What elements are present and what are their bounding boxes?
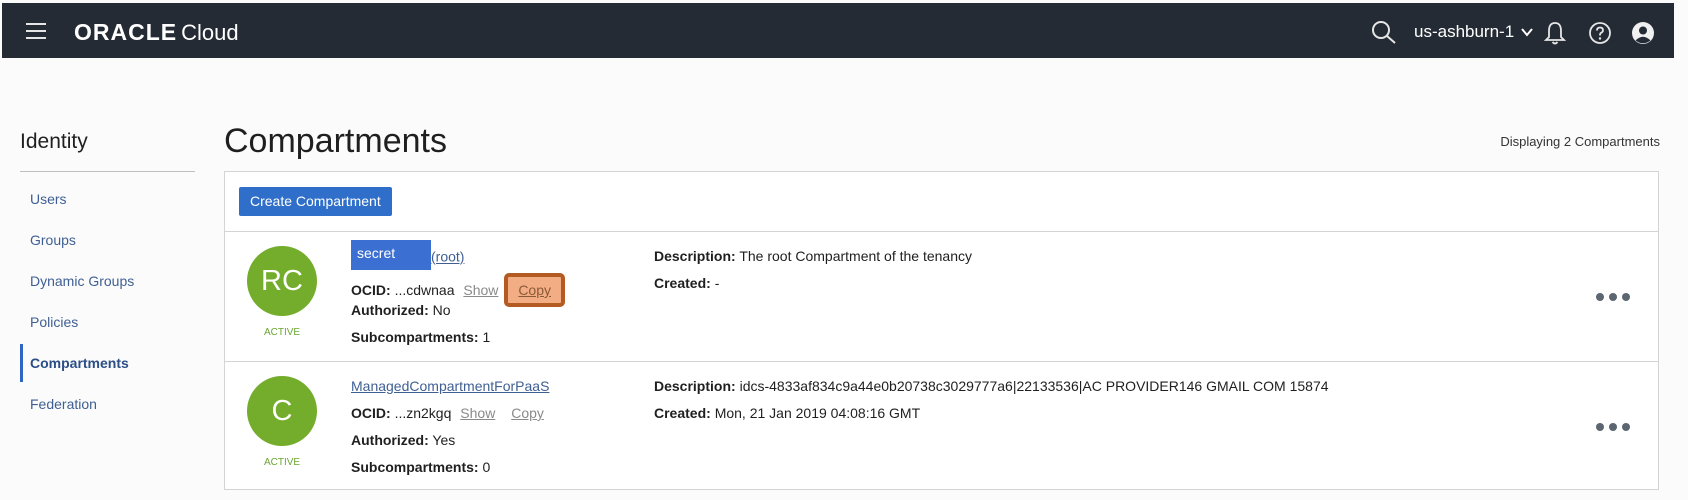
sidebar-item-compartments[interactable]: Compartments	[20, 344, 195, 393]
compartment-avatar: C	[247, 376, 317, 446]
ocid-show-link[interactable]: Show	[463, 282, 498, 298]
compartment-details: secret (root) OCID: ...cdwnaa Show Copy A…	[351, 240, 565, 354]
description-line: Description: idcs-4833af834c9a44e0b20738…	[654, 376, 1329, 403]
created-line: Created: -	[654, 273, 972, 300]
status-badge: ACTIVE	[263, 457, 301, 468]
sidebar-item-users[interactable]: Users	[20, 188, 195, 229]
ocid-label: OCID:	[351, 282, 391, 298]
brand-main: ORACLE	[74, 19, 178, 45]
ocid-line: OCID: ...cdwnaa Show Copy	[351, 273, 565, 307]
user-profile-icon[interactable]	[1631, 21, 1655, 45]
created-label: Created:	[654, 405, 711, 421]
ocid-copy-link[interactable]: Copy	[511, 405, 544, 421]
description-line: Description: The root Compartment of the…	[654, 246, 972, 273]
hamburger-menu-icon[interactable]	[26, 23, 46, 39]
redacted-name: secret	[351, 240, 431, 270]
row-actions-menu-icon[interactable]	[1596, 293, 1630, 301]
sidebar-divider	[20, 171, 195, 172]
notifications-bell-icon[interactable]	[1543, 20, 1567, 46]
sidebar-nav: Users Groups Dynamic Groups Policies Com…	[20, 188, 195, 434]
sidebar-item-federation[interactable]: Federation	[20, 393, 195, 434]
compartment-row: C ACTIVE ManagedCompartmentForPaaS OCID:…	[225, 362, 1658, 491]
subcompartments-value: 0	[482, 459, 491, 475]
authorized-value: No	[432, 302, 451, 318]
top-bar: ORACLE Cloud us-ashburn-1	[2, 3, 1674, 58]
created-value: -	[714, 275, 720, 291]
compartment-row: RC ACTIVE secret (root) OCID: ...cdwnaa S…	[225, 232, 1658, 362]
subcompartments-line: Subcompartments: 0	[351, 457, 549, 484]
ocid-line: OCID: ...zn2kgq Show Copy	[351, 403, 549, 430]
description-label: Description:	[654, 248, 736, 264]
ocid-value: ...cdwnaa	[394, 282, 455, 298]
compartment-name-link[interactable]: ManagedCompartmentForPaaS	[351, 378, 549, 394]
status-badge: ACTIVE	[263, 327, 301, 338]
compartment-name-link[interactable]: (root)	[431, 249, 464, 265]
subcompartments-label: Subcompartments:	[351, 459, 479, 475]
ocid-value: ...zn2kgq	[394, 405, 452, 421]
description-label: Description:	[654, 378, 736, 394]
description-value: The root Compartment of the tenancy	[739, 248, 973, 264]
page-title: Compartments	[224, 122, 447, 160]
oracle-cloud-logo[interactable]: ORACLE Cloud	[74, 19, 239, 45]
sidebar-item-policies[interactable]: Policies	[20, 311, 195, 352]
created-label: Created:	[654, 275, 711, 291]
compartment-meta: Description: The root Compartment of the…	[654, 246, 972, 300]
compartment-meta: Description: idcs-4833af834c9a44e0b20738…	[654, 376, 1329, 430]
ocid-copy-link[interactable]: Copy	[504, 273, 565, 307]
ocid-show-link[interactable]: Show	[460, 405, 495, 421]
compartments-panel: Create Compartment RC ACTIVE secret (root…	[224, 171, 1659, 490]
region-selector[interactable]: us-ashburn-1	[1414, 22, 1534, 42]
sidebar-item-dynamic-groups[interactable]: Dynamic Groups	[20, 270, 195, 311]
compartment-avatar: RC	[247, 246, 317, 316]
compartment-details: ManagedCompartmentForPaaS OCID: ...zn2kg…	[351, 376, 549, 484]
created-line: Created: Mon, 21 Jan 2019 04:08:16 GMT	[654, 403, 1329, 430]
ocid-label: OCID:	[351, 405, 391, 421]
compartment-name-line: ManagedCompartmentForPaaS	[351, 376, 549, 403]
brand-sub: Cloud	[181, 20, 239, 45]
create-compartment-button[interactable]: Create Compartment	[239, 187, 392, 216]
created-value: Mon, 21 Jan 2019 04:08:16 GMT	[714, 405, 921, 421]
row-actions-menu-icon[interactable]	[1596, 423, 1630, 431]
compartment-name-line: secret (root)	[351, 240, 565, 273]
panel-toolbar: Create Compartment	[225, 172, 1658, 232]
compartment-count: Displaying 2 Compartments	[1500, 134, 1660, 149]
search-icon[interactable]	[1371, 20, 1397, 44]
help-icon[interactable]	[1588, 21, 1612, 45]
sidebar-item-groups[interactable]: Groups	[20, 229, 195, 270]
sidebar-title: Identity	[20, 130, 88, 153]
authorized-label: Authorized:	[351, 432, 429, 448]
subcompartments-label: Subcompartments:	[351, 329, 479, 345]
subcompartments-value: 1	[482, 329, 491, 345]
region-label: us-ashburn-1	[1414, 22, 1515, 41]
subcompartments-line: Subcompartments: 1	[351, 327, 565, 354]
authorized-value: Yes	[432, 432, 456, 448]
description-value: idcs-4833af834c9a44e0b20738c3029777a6|22…	[739, 378, 1329, 394]
authorized-line: Authorized: Yes	[351, 430, 549, 457]
authorized-label: Authorized:	[351, 302, 429, 318]
chevron-down-icon	[1521, 28, 1533, 37]
